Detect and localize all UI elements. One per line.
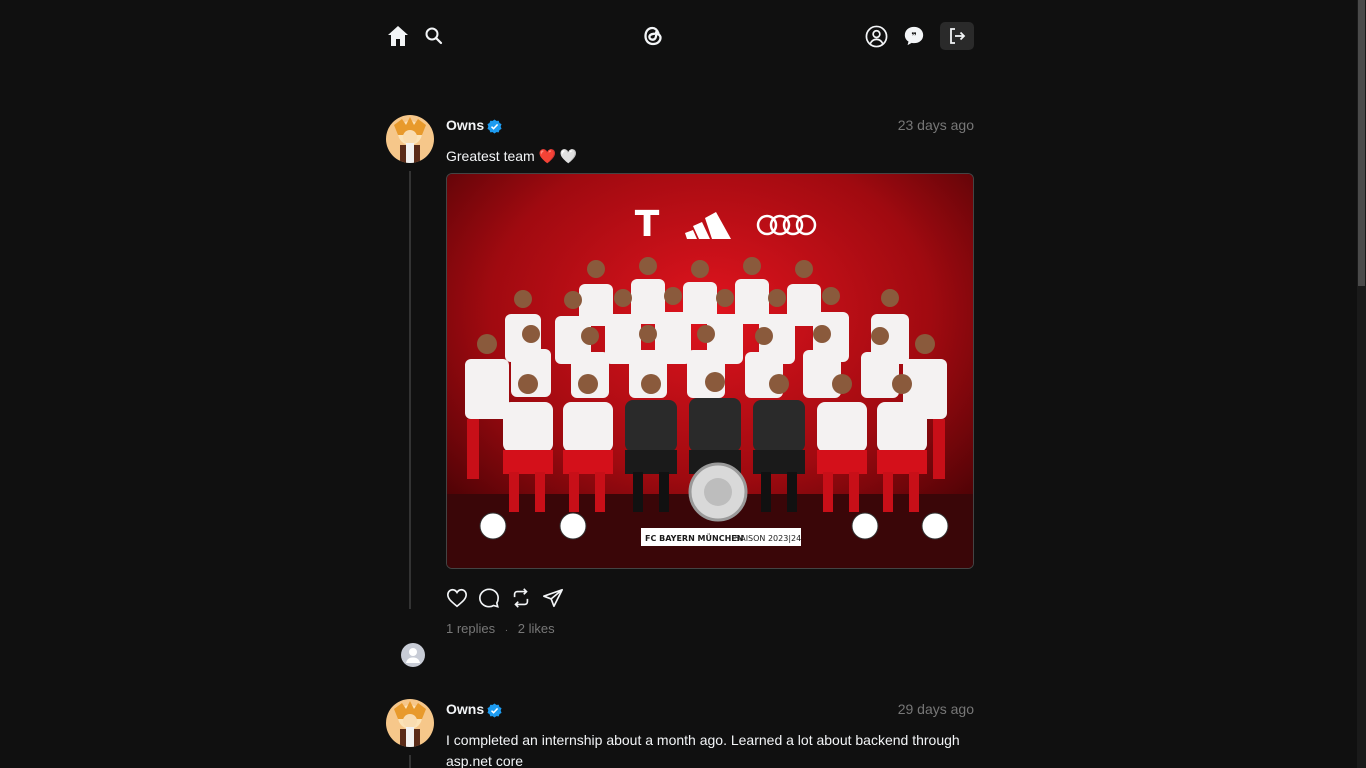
stats-separator: · — [504, 625, 509, 636]
post-stats: 1 replies · 2 likes — [446, 621, 555, 636]
home-icon[interactable] — [386, 22, 410, 50]
threads-logo-icon[interactable] — [640, 22, 666, 50]
repost-icon[interactable] — [510, 587, 534, 611]
team-photo: T FC BAYERN MÜNCHEN SAISON 2023|24 — [447, 174, 973, 568]
post-time: 23 days ago — [897, 117, 974, 133]
likes-count[interactable]: 2 likes — [518, 621, 555, 636]
post: Owns 23 days ago Greatest team ❤️ 🤍 T FC… — [386, 115, 974, 675]
username[interactable]: Owns — [446, 117, 484, 133]
post: Owns 29 days ago I completed an internsh… — [386, 699, 974, 768]
svg-text:T: T — [635, 204, 660, 245]
avatar[interactable] — [386, 115, 434, 163]
avatar[interactable] — [386, 699, 434, 747]
search-icon[interactable] — [424, 22, 444, 50]
verified-badge-icon — [487, 119, 502, 134]
replies-count[interactable]: 1 replies — [446, 621, 495, 636]
default-user-icon — [406, 648, 420, 663]
post-text: I completed an internship about a month … — [446, 732, 960, 768]
verified-badge-icon — [487, 703, 502, 718]
username[interactable]: Owns — [446, 701, 484, 717]
chat-icon[interactable]: ❞ — [902, 22, 926, 50]
user-circle-icon[interactable] — [864, 22, 888, 50]
logout-icon — [950, 28, 966, 44]
image-caption-2: SAISON 2023|24 — [735, 534, 801, 543]
share-icon[interactable] — [542, 587, 566, 611]
post-text: Greatest team ❤️ 🤍 — [446, 148, 578, 164]
scrollbar[interactable] — [1357, 0, 1366, 768]
thread-line — [409, 755, 411, 768]
heart-icon[interactable] — [446, 587, 470, 611]
top-navbar: ❞ — [386, 22, 974, 50]
reply-avatar[interactable] — [401, 643, 425, 667]
scrollbar-thumb[interactable] — [1358, 0, 1365, 286]
post-image[interactable]: T FC BAYERN MÜNCHEN SAISON 2023|24 — [446, 173, 974, 569]
image-caption-1: FC BAYERN MÜNCHEN — [645, 533, 743, 543]
svg-text:❞: ❞ — [911, 31, 916, 42]
post-time: 29 days ago — [897, 701, 974, 717]
logout-button[interactable] — [940, 22, 974, 50]
comment-icon[interactable] — [478, 587, 502, 611]
thread-line — [409, 171, 411, 609]
